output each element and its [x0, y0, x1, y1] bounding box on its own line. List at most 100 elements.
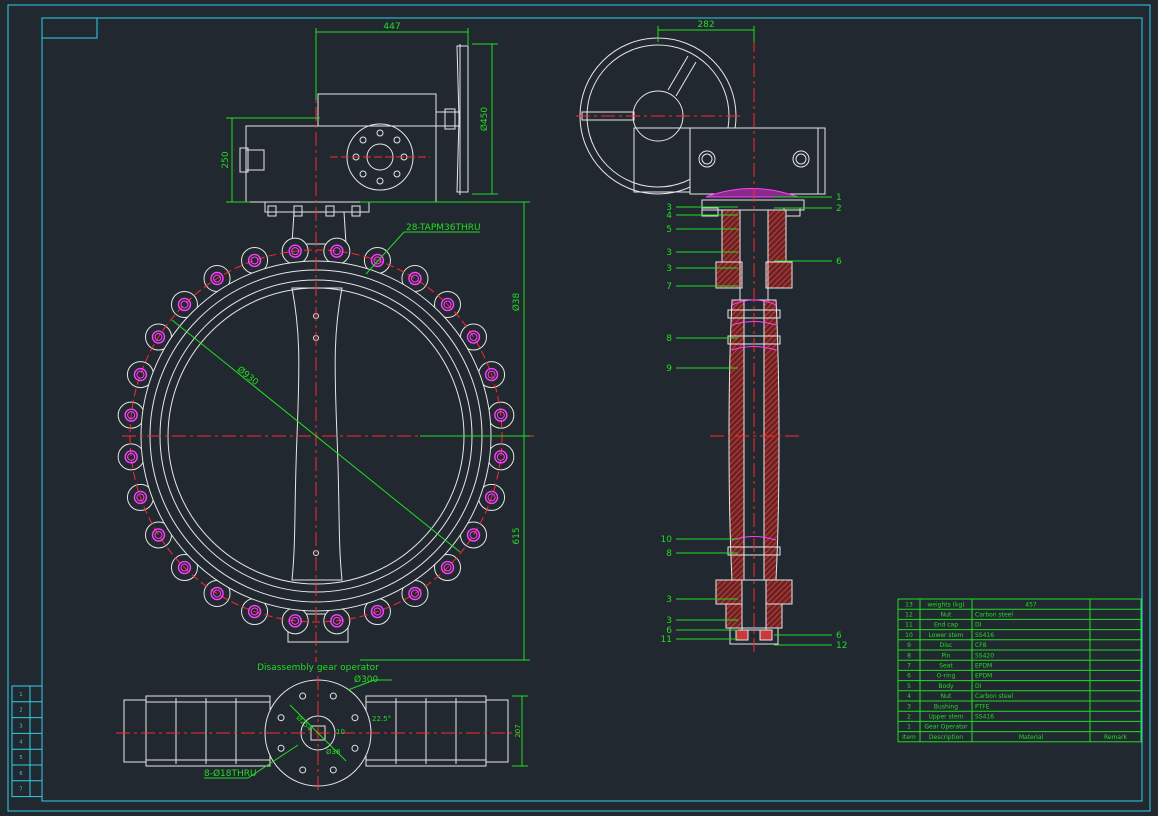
- strip-cell: 4: [19, 739, 22, 745]
- callout-label: 9: [666, 364, 672, 374]
- callout-label: 3: [666, 264, 672, 274]
- flange-hole: [376, 177, 384, 185]
- bottom-flange-dim: Ø300: [354, 674, 379, 685]
- table-cell: Nut: [941, 693, 952, 700]
- callout-label: 11: [661, 635, 672, 645]
- flange-hole: [393, 170, 401, 178]
- callout-label: 4: [666, 211, 672, 221]
- callout-label: 5: [666, 225, 672, 235]
- strip-cell: 6: [19, 771, 22, 777]
- table-cell: 7: [907, 663, 911, 670]
- front-gear-height-dim: 250: [221, 151, 231, 168]
- table-cell: EPDM: [975, 673, 992, 680]
- callout-label: 6: [836, 257, 842, 267]
- callout-label: 10: [661, 535, 673, 545]
- table-cell: CF8: [975, 642, 987, 649]
- gearbox-mount-bolts: [267, 205, 361, 217]
- table-cell: 10: [905, 632, 913, 639]
- table-cell: Carbon steel: [975, 612, 1013, 619]
- bottom-bolt-note: 8-Ø18THRU: [204, 768, 257, 779]
- callout-label: 1: [836, 193, 842, 203]
- callout-label: 7: [666, 282, 672, 292]
- table-cell: Nut: [941, 612, 952, 619]
- front-handwheel-dim: Ø450: [479, 107, 490, 132]
- table-cell: Body: [938, 683, 954, 690]
- mount-bolt: [267, 205, 277, 217]
- bottom-height-dim: 207: [514, 724, 522, 737]
- table-cell: DI: [975, 622, 982, 629]
- callout-label: 8: [666, 549, 672, 559]
- callout-label: 3: [666, 248, 672, 258]
- table-cell: 2: [907, 714, 911, 721]
- flange-hole: [359, 136, 367, 144]
- table-cell: 457: [1025, 601, 1037, 608]
- table-cell: Remark: [1104, 734, 1128, 741]
- strip-cell: 5: [19, 755, 22, 761]
- table-cell: SS416: [975, 632, 994, 639]
- table-cell: 6: [907, 673, 911, 680]
- table-cell: Carbon steel: [975, 693, 1013, 700]
- table-cell: PTFE: [975, 703, 990, 710]
- cad-drawing: 1234567 447 Ø450 250 Ø38 615 Ø930 28-TAP…: [7, 4, 1151, 812]
- callout-label: 6: [836, 631, 842, 641]
- mount-bolt: [325, 205, 335, 217]
- flange-hole: [393, 136, 401, 144]
- table-cell: DI: [975, 683, 982, 690]
- table-cell: Item: [902, 734, 916, 741]
- front-bolt-note: 28-TAPM36THRU: [406, 223, 481, 233]
- front-lower-dim: 615: [512, 527, 522, 544]
- table-cell: Description: [929, 734, 963, 741]
- strip-cell: 2: [19, 708, 22, 714]
- strip-cell: 7: [19, 787, 22, 793]
- body-lug: [117, 443, 145, 471]
- side-title-strip: 1 2 3 4 5 6 7: [11, 685, 43, 798]
- table-cell: SS416: [975, 714, 994, 721]
- table-cell: 3: [907, 703, 911, 710]
- table-cell: EPDM: [975, 663, 992, 670]
- table-cell: 12: [905, 612, 913, 619]
- table-cell: Bushing: [934, 703, 958, 710]
- front-view: 447 Ø450 250 Ø38 615 Ø930 28-TAPM36THRU: [117, 22, 534, 662]
- flange-hole: [359, 170, 367, 178]
- flange-hole: [376, 129, 384, 137]
- side-view: 282 3453378910833611126612: [576, 20, 847, 652]
- strip-cell: 1: [19, 692, 22, 698]
- table-cell: Seat: [939, 663, 953, 670]
- bottom-view: Disassembly gear operator Ø300 22.5° Ø25…: [116, 663, 528, 790]
- parts-list-table: 13 weights (kg) 45712 Nut Carbon steel11 End …: [897, 598, 1142, 743]
- table-cell: O-ring: [937, 673, 956, 680]
- table-cell: SS420: [975, 652, 994, 659]
- table-cell: 13: [905, 601, 913, 608]
- front-upper-dim: Ø38: [511, 292, 522, 311]
- side-gearbox: [689, 127, 819, 195]
- callout-label: 3: [666, 595, 672, 605]
- bottom-small-dim: Ø38: [326, 748, 340, 756]
- table-cell: 9: [907, 642, 911, 649]
- mount-bolt: [293, 205, 303, 217]
- table-cell: 8: [907, 652, 911, 659]
- strip-border: [11, 685, 43, 798]
- table-cell: Disc: [940, 642, 953, 649]
- table-cell: 5: [907, 683, 911, 690]
- table-cell: 1: [907, 724, 911, 731]
- gearbox-top: [317, 93, 437, 127]
- gearbox-body: [245, 125, 437, 203]
- callout-label: 2: [836, 204, 842, 214]
- table-cell: Material: [1019, 734, 1044, 741]
- bottom-angle-dim: 22.5°: [372, 715, 391, 723]
- front-width-dim: 447: [383, 22, 400, 32]
- table-cell: Gear Operator: [924, 724, 968, 731]
- body-lug: [487, 443, 515, 471]
- gear-plan-outline: [145, 695, 271, 767]
- bottom-key-dim: 10: [336, 728, 345, 736]
- table-cell: 11: [905, 622, 913, 629]
- table-cell: Upper stem: [928, 714, 963, 721]
- strip-cell: 3: [19, 724, 22, 730]
- table-cell: Lower stem: [929, 632, 964, 639]
- table-cell: Pin: [942, 652, 951, 659]
- bottom-view-title: Disassembly gear operator: [257, 663, 379, 673]
- handwheel-edge: [456, 45, 469, 193]
- table-cell: weights (kg): [927, 601, 964, 608]
- callout-label: 8: [666, 334, 672, 344]
- body-lug: [323, 237, 351, 265]
